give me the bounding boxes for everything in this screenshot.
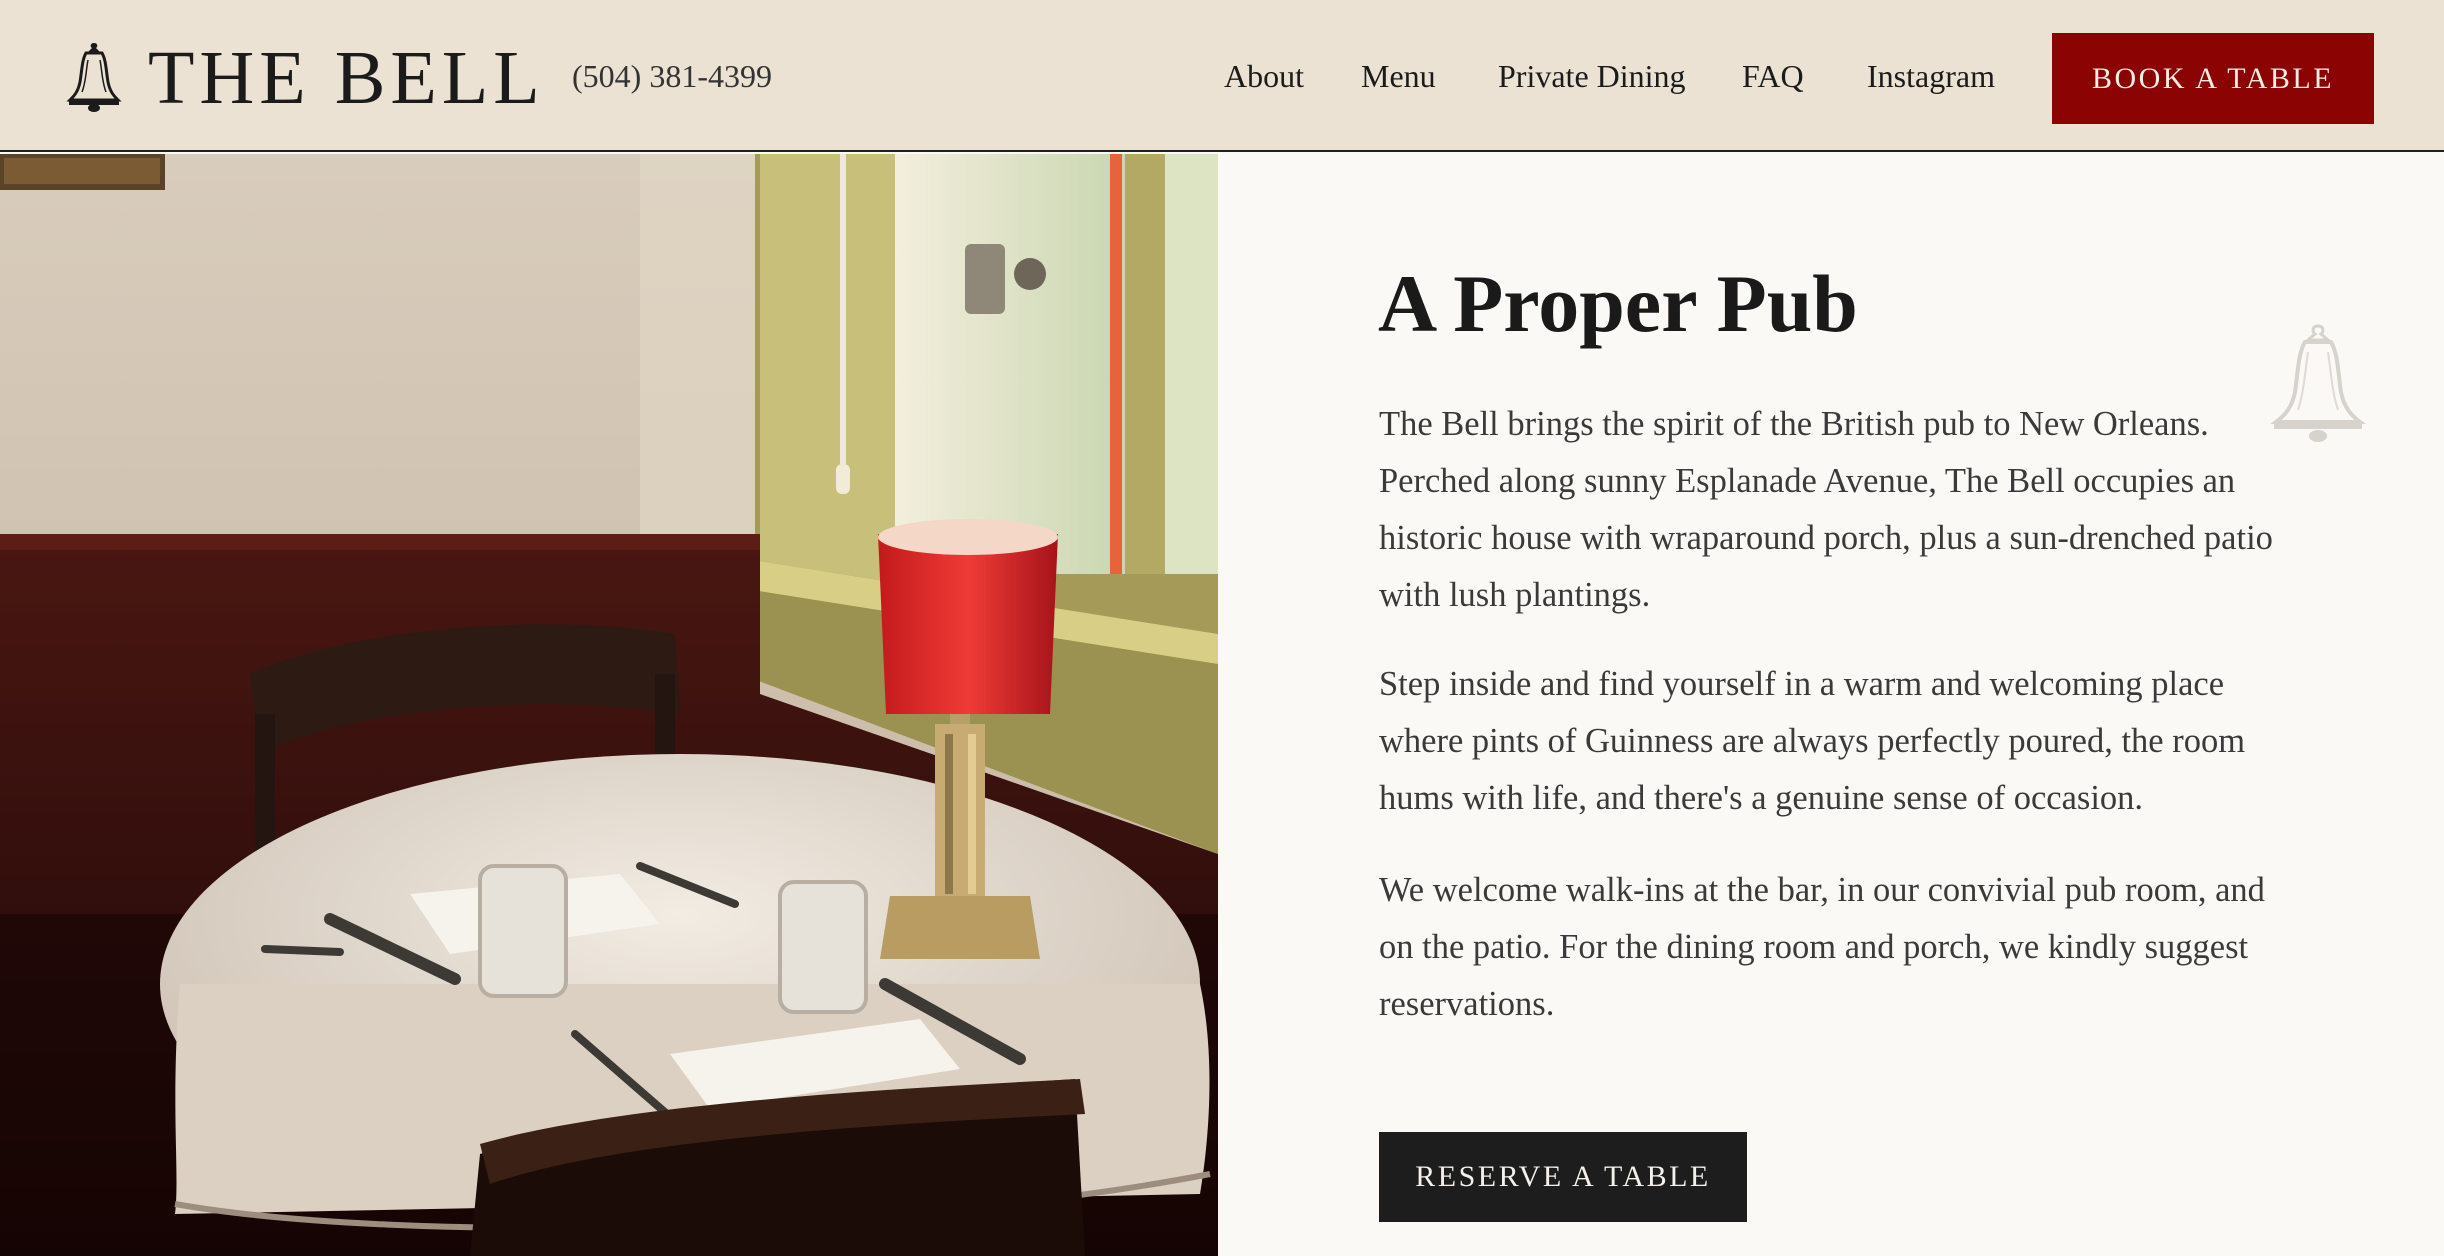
brand-name: THE BELL [148, 36, 545, 120]
bell-icon [66, 43, 122, 112]
atmosphere-paragraph: Step inside and find yourself in a warm … [1379, 665, 2246, 817]
nav-faq[interactable]: FAQ [1742, 58, 1804, 95]
intro-paragraph: The Bell brings the spirit of the Britis… [1379, 405, 2273, 614]
nav-private-dining[interactable]: Private Dining [1498, 58, 1686, 95]
book-a-table-button[interactable]: BOOK A TABLE [2052, 33, 2374, 124]
phone-number-link[interactable]: (504) 381-4399 [572, 58, 772, 95]
reserve-a-table-button[interactable]: RESERVE A TABLE [1379, 1132, 1747, 1222]
nav-menu[interactable]: Menu [1361, 58, 1436, 95]
reservations-paragraph: We welcome walk-ins at the bar, in our c… [1379, 871, 2265, 1023]
about-section: A Proper Pub The Bell brings the spirit … [1218, 154, 2444, 1256]
brand-logo[interactable]: THE BELL [66, 40, 540, 116]
dining-table-photo [0, 154, 1218, 1256]
site-header: THE BELL (504) 381-4399 About Menu Priva… [0, 0, 2444, 152]
nav-about[interactable]: About [1224, 58, 1304, 95]
nav-instagram[interactable]: Instagram [1867, 58, 1995, 95]
section-heading: A Proper Pub [1378, 258, 1858, 349]
